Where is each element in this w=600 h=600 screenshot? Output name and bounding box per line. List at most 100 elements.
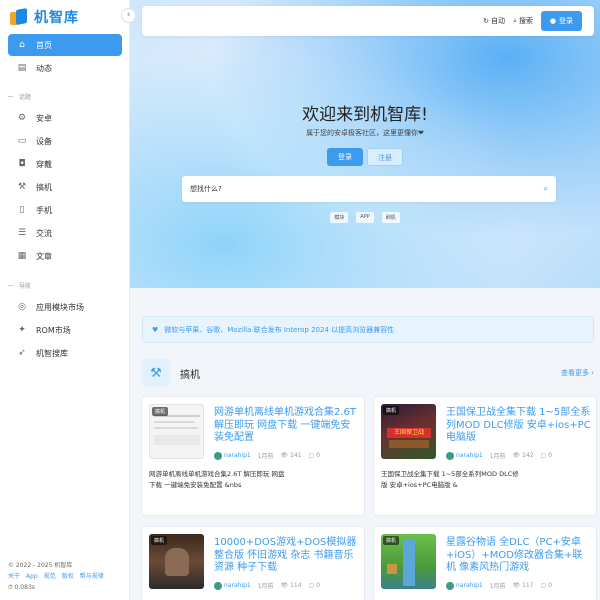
sidebar-item-tinkering[interactable]: ⚒ 搞机 bbox=[8, 176, 122, 198]
top-bar: ↻ 自动 ⌕ 搜索 ● 登录 bbox=[142, 6, 594, 36]
post-title[interactable]: 10000+DOS游戏+DOS模拟器 整合版 怀旧游戏 杂志 书籍音乐资源 种子… bbox=[214, 537, 360, 575]
send-icon: ➶ bbox=[18, 348, 26, 358]
category-badge: 搞机 bbox=[151, 536, 168, 545]
sidebar: 机智库 ⌂ 首页 ▤ 动态 话题 ⚙ 安卓 ▭ 设备 ◘ 穿戴 ⚒ 搞机 ▯ 手机 ☰ 交流… bbox=[0, 0, 130, 600]
sidebar-item-android[interactable]: ⚙ 安卓 bbox=[8, 107, 122, 129]
footer-link[interactable]: 版权 bbox=[62, 573, 74, 580]
phone-icon: ▯ bbox=[19, 205, 25, 215]
avatar bbox=[214, 451, 222, 460]
sidebar-footer: © 2022 - 2025 机智库 关于 App 规范 版权 帮与规律 ⏱ 0.083s bbox=[8, 560, 126, 593]
comment-count: ▢ 0 bbox=[308, 452, 320, 459]
post-meta: narahip1 1月前 👁 114 ▢ 0 bbox=[214, 581, 360, 590]
chevron-left-icon: ‹ bbox=[126, 10, 131, 20]
post-title[interactable]: 网游单机离线单机游戏合集2.6T 解压即玩 网盘下载 一键端免安装免配置 bbox=[214, 407, 360, 445]
page-timing: ⏱ 0.083s bbox=[8, 584, 35, 591]
category-badge: 搞机 bbox=[383, 536, 400, 545]
view-count: 👁 142 bbox=[512, 452, 534, 459]
sidebar-item-wearables[interactable]: ◘ 穿戴 bbox=[8, 153, 122, 175]
watch-icon: ◘ bbox=[18, 159, 26, 169]
post-excerpt: 王国保卫战全集下载 1~5部全系列MOD DLC修版 安卓+ios+PC电脑版 … bbox=[381, 470, 519, 489]
comment-count: ▢ 0 bbox=[540, 582, 552, 589]
post-title[interactable]: 星露谷物语 全DLC（PC+安卓+iOS）+MOD修改器合集+联机 像素风热门游… bbox=[446, 537, 592, 575]
sidebar-item-discussion[interactable]: ☰ 交流 bbox=[8, 222, 122, 244]
sidebar-item-articles[interactable]: ▦ 文章 bbox=[8, 245, 122, 267]
sidebar-item-module-market[interactable]: ◎ 应用模块市场 bbox=[8, 296, 122, 318]
sidebar-item-devices[interactable]: ▭ 设备 bbox=[8, 130, 122, 152]
search-icon[interactable]: ⌕ bbox=[544, 184, 548, 194]
hero-register-button[interactable]: 注册 bbox=[367, 148, 403, 166]
view-count: 👁 141 bbox=[280, 452, 302, 459]
section-header: ⚒ 搞机 查看更多 › bbox=[142, 359, 594, 387]
sidebar-item-label: 搞机 bbox=[36, 182, 52, 192]
post-time: 1月前 bbox=[489, 453, 506, 460]
sidebar-section-nav: 导航 bbox=[0, 274, 130, 296]
home-icon: ⌂ bbox=[19, 40, 25, 50]
footer-link[interactable]: 规范 bbox=[44, 573, 56, 580]
chat-icon: ☰ bbox=[17, 228, 27, 238]
post-card[interactable]: 王国保卫战 搞机 王国保卫战全集下载 1~5部全系列MOD DLC修版 安卓+i… bbox=[373, 396, 597, 516]
theme-toggle[interactable]: ↻ 自动 bbox=[483, 16, 505, 26]
post-thumbnail[interactable]: 搞机 bbox=[149, 534, 204, 589]
post-excerpt: 网游单机离线单机游戏合集2.6T 解压即玩 网盘下载 一键端免安装免配置 &nb… bbox=[149, 470, 285, 489]
sidebar-item-phones[interactable]: ▯ 手机 bbox=[8, 199, 122, 221]
footer-link[interactable]: 关于 bbox=[8, 573, 20, 580]
post-card[interactable]: 搞机 10000+DOS游戏+DOS模拟器 整合版 怀旧游戏 杂志 书籍音乐资源… bbox=[141, 526, 365, 600]
login-button[interactable]: ● 登录 bbox=[540, 11, 582, 31]
post-title[interactable]: 王国保卫战全集下载 1~5部全系列MOD DLC修版 安卓+ios+PC电脑版 bbox=[446, 407, 592, 445]
footer-link[interactable]: 帮与规律 bbox=[80, 573, 104, 580]
topbar-search-button[interactable]: ⌕ 搜索 bbox=[513, 16, 533, 26]
refresh-icon: ↻ bbox=[483, 17, 489, 25]
hero-title: 欢迎来到机智库! bbox=[302, 105, 428, 125]
post-thumbnail[interactable]: 搞机 bbox=[149, 404, 204, 459]
avatar bbox=[214, 581, 222, 590]
post-card[interactable]: 搞机 网游单机离线单机游戏合集2.6T 解压即玩 网盘下载 一键端免安装免配置 … bbox=[141, 396, 365, 516]
author-link[interactable]: narahip1 bbox=[214, 581, 251, 590]
sidebar-item-feed[interactable]: ▤ 动态 bbox=[8, 57, 122, 79]
sidebar-item-label: 手机 bbox=[36, 205, 52, 215]
list-icon: ▤ bbox=[17, 63, 27, 73]
hero-login-button[interactable]: 登录 bbox=[327, 148, 363, 166]
avatar bbox=[446, 581, 454, 590]
sidebar-item-label: 文章 bbox=[36, 251, 52, 261]
post-thumbnail[interactable]: 搞机 bbox=[381, 534, 436, 589]
hero-banner: 欢迎来到机智库! 属于您的安卓极客社区，这里更懂你❤ 登录 注册 ⌕ 模块 AP… bbox=[130, 0, 600, 288]
hero-tag[interactable]: APP bbox=[356, 212, 374, 223]
compass-icon: ◎ bbox=[18, 302, 26, 312]
footer-link[interactable]: App bbox=[26, 573, 38, 580]
author-link[interactable]: narahip1 bbox=[446, 581, 483, 590]
author-link[interactable]: narahip1 bbox=[446, 451, 483, 460]
announcement-bar[interactable]: ♥ 微软与苹果、谷歌、Mozilla 联合发布 Interop 2024 以提高… bbox=[142, 316, 594, 343]
sidebar-item-label: 首页 bbox=[36, 40, 52, 50]
monitor-icon: ▭ bbox=[17, 136, 27, 146]
sidebar-item-label: 穿戴 bbox=[36, 159, 52, 169]
author-link[interactable]: narahip1 bbox=[214, 451, 251, 460]
login-label: 登录 bbox=[559, 17, 573, 25]
category-badge: 搞机 bbox=[383, 406, 400, 415]
search-label: 搜索 bbox=[518, 17, 533, 25]
sidebar-item-home[interactable]: ⌂ 首页 bbox=[8, 34, 122, 56]
hero-tag[interactable]: 刷机 bbox=[381, 212, 400, 223]
post-time: 1月前 bbox=[257, 583, 274, 590]
sidebar-item-label: 设备 bbox=[36, 136, 52, 146]
post-card[interactable]: 搞机 星露谷物语 全DLC（PC+安卓+iOS）+MOD修改器合集+联机 像素风… bbox=[373, 526, 597, 600]
sidebar-nav: ⌂ 首页 ▤ 动态 话题 ⚙ 安卓 ▭ 设备 ◘ 穿戴 ⚒ 搞机 ▯ 手机 ☰ 交流 ▦ 文章… bbox=[0, 34, 130, 365]
sidebar-item-label: 安卓 bbox=[36, 113, 52, 123]
post-meta: narahip1 1月前 👁 141 ▢ 0 bbox=[214, 451, 360, 460]
view-more-link[interactable]: 查看更多 › bbox=[561, 368, 594, 378]
sidebar-item-rom-market[interactable]: ✦ ROM市场 bbox=[8, 319, 122, 341]
search-input[interactable] bbox=[190, 185, 544, 193]
post-thumbnail[interactable]: 王国保卫战 搞机 bbox=[381, 404, 436, 459]
comment-count: ▢ 0 bbox=[540, 452, 552, 459]
hero-search-box: ⌕ bbox=[182, 176, 556, 202]
search-icon: ⌕ bbox=[512, 16, 517, 25]
android-icon: ⚙ bbox=[17, 113, 27, 123]
hero-tag[interactable]: 模块 bbox=[330, 212, 349, 223]
sidebar-collapse-button[interactable]: ‹ bbox=[121, 8, 136, 23]
wrench-icon: ⚒ bbox=[17, 182, 27, 192]
sidebar-item-search-lib[interactable]: ➶ 机智搜库 bbox=[8, 342, 122, 364]
heart-icon: ♥ bbox=[152, 325, 159, 334]
post-time: 1月前 bbox=[257, 453, 274, 460]
sidebar-item-label: 动态 bbox=[36, 63, 52, 73]
sidebar-item-label: 机智搜库 bbox=[36, 348, 68, 358]
app-logo[interactable]: 机智库 bbox=[10, 6, 79, 28]
